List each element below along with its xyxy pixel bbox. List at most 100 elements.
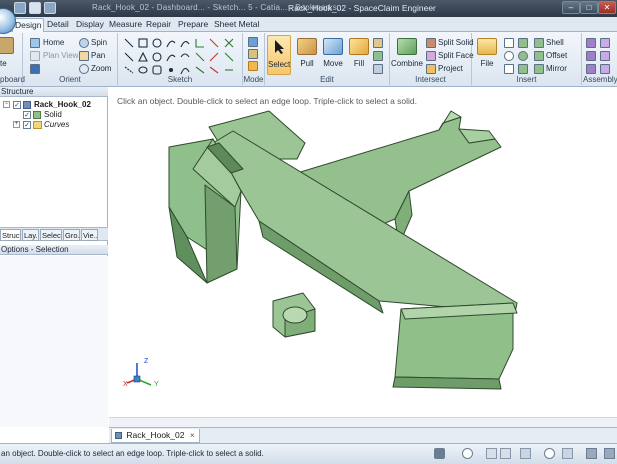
arc-tool-icon[interactable]: [166, 40, 176, 48]
construction-line-icon[interactable]: [124, 66, 134, 74]
design-viewport[interactable]: Click an object. Double-click to select …: [109, 87, 617, 427]
tab-structure[interactable]: Struct...: [0, 229, 21, 241]
tangent-line-icon[interactable]: [124, 52, 134, 62]
corner-tool-icon[interactable]: [195, 39, 204, 48]
blend-icon[interactable]: [373, 51, 383, 61]
face-curve-icon[interactable]: [180, 67, 190, 75]
fill-icon[interactable]: [349, 38, 369, 55]
visibility-checkbox[interactable]: ✓: [13, 101, 21, 109]
equation-icon[interactable]: [518, 64, 528, 74]
pull-button[interactable]: Pull: [293, 59, 321, 68]
offset-icon[interactable]: [534, 51, 544, 61]
rack-hook-model[interactable]: [109, 87, 617, 417]
tab-groups[interactable]: Gro...: [63, 229, 80, 241]
three-point-circle-icon[interactable]: [152, 52, 162, 62]
tab-sheet-metal[interactable]: Sheet Metal: [212, 18, 261, 32]
split-solid-button[interactable]: Split Solid: [438, 38, 474, 47]
pan-button[interactable]: Pan: [91, 51, 105, 60]
tangent-icon[interactable]: [586, 38, 596, 48]
maximize-button[interactable]: □: [580, 1, 598, 14]
tab-measure[interactable]: Measure: [107, 18, 144, 32]
split-line-tool-icon[interactable]: [224, 38, 234, 48]
filter-icon[interactable]: [486, 448, 497, 459]
zoom-icon[interactable]: [544, 448, 555, 459]
split-solid-icon[interactable]: [426, 38, 436, 48]
collapse-icon[interactable]: −: [3, 101, 10, 108]
rigid-icon[interactable]: [600, 38, 610, 48]
rectangle-tool-icon[interactable]: [138, 38, 148, 48]
spline-tool-icon[interactable]: [180, 41, 190, 48]
offset-button[interactable]: Offset: [546, 51, 567, 60]
mirror-button[interactable]: Mirror: [546, 64, 567, 73]
tab-detail[interactable]: Detail: [45, 18, 71, 32]
zoom-button[interactable]: Zoom: [91, 64, 111, 73]
shell-button[interactable]: Shell: [546, 38, 564, 47]
split-face-icon[interactable]: [426, 51, 436, 61]
cylinder-icon[interactable]: [518, 38, 528, 48]
grid-icon[interactable]: [520, 448, 531, 459]
file-folder-icon[interactable]: [477, 38, 497, 55]
scale-curve-icon[interactable]: [209, 66, 219, 74]
combine-icon[interactable]: [397, 38, 417, 55]
tab-views[interactable]: Vie...: [81, 229, 98, 241]
shell-icon[interactable]: [534, 38, 544, 48]
select-button[interactable]: Select: [267, 35, 291, 75]
axis-icon[interactable]: [504, 51, 514, 61]
3d-mode-icon[interactable]: [248, 61, 258, 71]
plan-view-icon[interactable]: [30, 51, 40, 61]
file-button[interactable]: File: [472, 59, 502, 68]
home-icon[interactable]: [30, 38, 40, 48]
mirror-icon[interactable]: [534, 64, 544, 74]
tab-prepare[interactable]: Prepare: [176, 18, 210, 32]
model-face[interactable]: [282, 306, 308, 324]
split-face-button[interactable]: Split Face: [438, 51, 474, 60]
bend-tool-icon[interactable]: [195, 66, 205, 74]
ellipse-tool-icon[interactable]: [138, 66, 148, 74]
polygon-tool-icon[interactable]: [138, 51, 148, 62]
view-cube-icon[interactable]: [30, 64, 40, 74]
tweak-face-icon[interactable]: [373, 38, 383, 48]
visibility-checkbox[interactable]: ✓: [23, 121, 31, 129]
quick-access-save-icon[interactable]: [29, 2, 41, 14]
move-button[interactable]: Move: [319, 59, 347, 68]
sphere-icon[interactable]: [518, 51, 528, 61]
home-button[interactable]: Home: [43, 38, 64, 47]
tab-layers[interactable]: Lay...: [22, 229, 39, 241]
play-icon[interactable]: [434, 448, 445, 459]
point-tool-icon[interactable]: [168, 67, 174, 73]
quick-access-new-icon[interactable]: [14, 2, 26, 14]
selection-filter-icon[interactable]: [586, 448, 597, 459]
orient-constraint-icon[interactable]: [586, 64, 596, 74]
quick-access-undo-icon[interactable]: [44, 2, 56, 14]
tab-selection[interactable]: Select...: [40, 229, 62, 241]
document-tab-close-button[interactable]: ×: [190, 430, 195, 440]
plan-view-button[interactable]: Plan View: [43, 51, 78, 60]
sketch-mode-icon[interactable]: [248, 37, 258, 47]
model-face[interactable]: [392, 376, 502, 390]
settings-icon[interactable]: [604, 448, 615, 459]
spin-button[interactable]: Spin: [91, 38, 107, 47]
minimize-button[interactable]: –: [562, 1, 580, 14]
display-style-icon[interactable]: [562, 448, 573, 459]
trim-tool-icon[interactable]: [209, 38, 219, 48]
align-icon[interactable]: [586, 51, 596, 61]
tab-display[interactable]: Display: [74, 18, 106, 32]
tree-item-curves[interactable]: + ✓ Curves: [0, 120, 108, 130]
combine-button[interactable]: Combine: [390, 59, 424, 68]
target-icon[interactable]: [462, 448, 473, 459]
tree-item-solid[interactable]: ✓ Solid: [0, 110, 108, 120]
paste-icon[interactable]: [0, 37, 14, 54]
tree-item-root[interactable]: − ✓ Rack_Hook_02: [0, 100, 108, 110]
extend-curve-icon[interactable]: [209, 52, 219, 62]
pull-icon[interactable]: [297, 38, 317, 55]
visibility-checkbox[interactable]: ✓: [23, 111, 31, 119]
expand-icon[interactable]: +: [13, 121, 20, 128]
line-tool-icon[interactable]: [124, 38, 134, 48]
plane-icon[interactable]: [504, 38, 514, 48]
project-button[interactable]: Project: [438, 64, 463, 73]
three-point-arc-icon[interactable]: [166, 54, 176, 62]
view-toggle-icon[interactable]: [500, 448, 511, 459]
spin-icon[interactable]: [79, 38, 89, 48]
project-curve-icon[interactable]: [224, 52, 234, 62]
fill-button[interactable]: Fill: [345, 59, 373, 68]
